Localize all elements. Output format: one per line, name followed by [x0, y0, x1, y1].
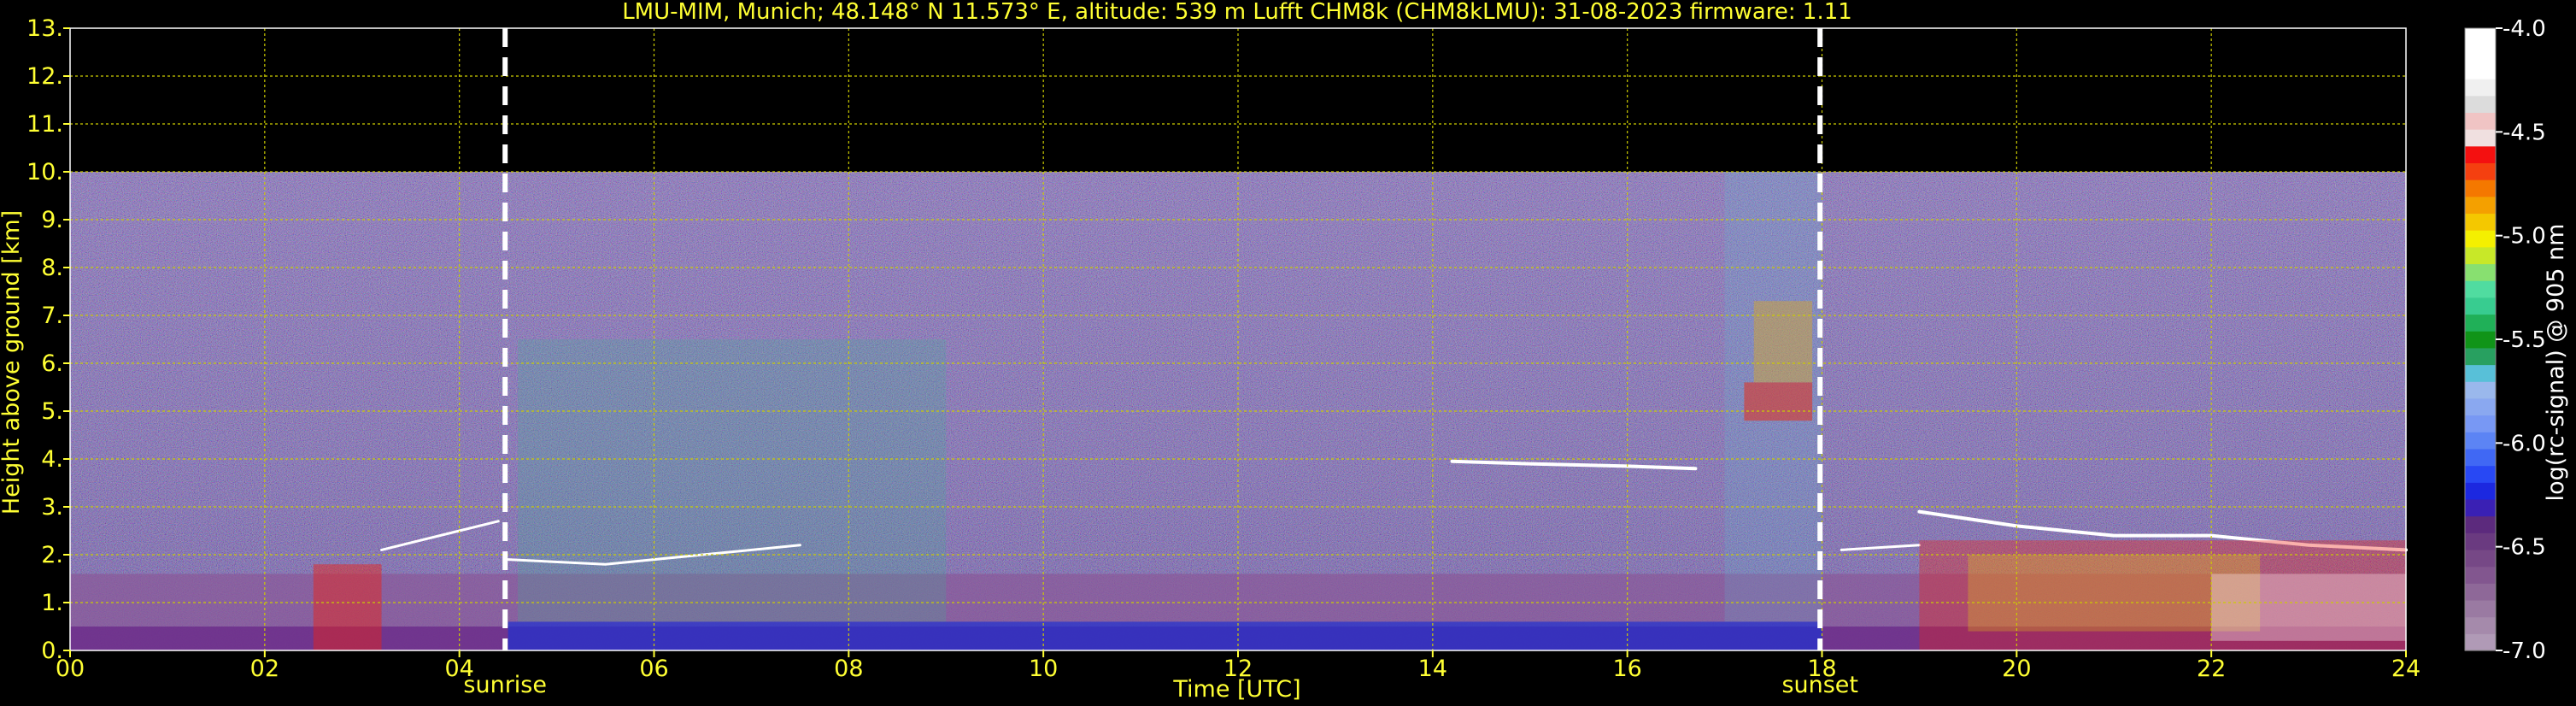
colorbar-segment [2465, 28, 2496, 46]
colorbar-segment [2465, 162, 2496, 180]
y-axis-ticks: 0. 1. 2. 3. 4. 5. 6. 7. 8. 9. 10. 11. 12. 13. [26, 15, 70, 664]
y-axis-label: Height above ground [km] [0, 210, 25, 515]
x-tick-label: 24 [2391, 656, 2421, 682]
x-tick-label: 16 [1612, 656, 1641, 682]
y-tick-label: 1. [41, 590, 63, 616]
colorbar-segment [2465, 397, 2496, 416]
colorbar-segment [2465, 566, 2496, 584]
morning-aerosol [518, 339, 947, 622]
x-tick-label: 08 [834, 656, 863, 682]
y-tick-label: 8. [41, 255, 63, 281]
colorbar-segment [2465, 532, 2496, 550]
colorbar-tick-label: -7.0 [2503, 638, 2546, 664]
early-cloud [313, 564, 382, 650]
colorbar-segment [2465, 314, 2496, 332]
y-tick-label: 3. [41, 494, 63, 521]
sunrise-label: sunrise [463, 672, 547, 698]
y-tick-label: 9. [41, 207, 63, 233]
colorbar-segment [2465, 246, 2496, 265]
colorbar-segment [2465, 297, 2496, 315]
x-axis-label: Time [UTC] [1172, 676, 1300, 703]
y-tick-label: 12. [26, 63, 63, 90]
colorbar-segment [2465, 549, 2496, 568]
colorbar-segment [2465, 280, 2496, 298]
x-tick-label: 06 [639, 656, 668, 682]
colorbar-segment [2465, 448, 2496, 467]
colorbar-segment [2465, 599, 2496, 618]
x-tick-label: 02 [250, 656, 279, 682]
colorbar-segment [2465, 263, 2496, 281]
colorbar-ticks: -7.0 -6.5 -6.0 -5.5 -5.0 -4.5 -4.0 [2496, 16, 2546, 664]
colorbar-segment [2465, 44, 2496, 62]
colorbar-segment [2465, 616, 2496, 634]
colorbar-segment [2465, 633, 2496, 651]
y-tick-label: 7. [41, 303, 63, 329]
colorbar-tick-label: -4.0 [2503, 16, 2546, 42]
colorbar-segment [2465, 415, 2496, 432]
colorbar-segment [2465, 79, 2496, 97]
x-tick-label: 18 [1807, 656, 1836, 682]
colorbar-tick-label: -6.5 [2503, 535, 2546, 561]
colorbar-segment [2465, 95, 2496, 113]
y-tick-label: 13. [26, 15, 63, 42]
colorbar-segment [2465, 331, 2496, 349]
colorbar-segment [2465, 230, 2496, 248]
night-cloud-white [2211, 574, 2406, 641]
x-tick-label: 10 [1029, 656, 1058, 682]
x-tick-label: 14 [1418, 656, 1447, 682]
y-tick-label: 11. [26, 111, 63, 138]
x-tick-label: 04 [444, 656, 473, 682]
colorbar-segment [2465, 112, 2496, 130]
y-tick-label: 2. [41, 542, 63, 568]
colorbar-segment [2465, 465, 2496, 483]
x-tick-label: 22 [2197, 656, 2226, 682]
colorbar-tick-label: -5.5 [2503, 327, 2546, 353]
colorbar-segment [2465, 145, 2496, 164]
colorbar-tick-label: -4.5 [2503, 120, 2546, 145]
colorbar-segment [2465, 129, 2496, 147]
x-tick-label: 20 [2002, 656, 2031, 682]
colorbar-segment [2465, 583, 2496, 601]
colorbar [2464, 27, 2497, 651]
colorbar-segment [2465, 381, 2496, 399]
colorbar-segment [2465, 364, 2496, 382]
y-tick-label: 5. [41, 398, 63, 425]
y-tick-label: 6. [41, 350, 63, 377]
ceilometer-chart: LMU-MIM, Munich; 48.148° N 11.573° E, al… [0, 0, 2569, 703]
y-tick-label: 0. [41, 638, 63, 664]
colorbar-segment [2465, 347, 2496, 366]
colorbar-tick-label: -5.0 [2503, 224, 2546, 250]
colorbar-segment [2465, 432, 2496, 450]
colorbar-tick-label: -6.0 [2503, 431, 2546, 456]
chart-title: LMU-MIM, Munich; 48.148° N 11.573° E, al… [622, 0, 1852, 25]
colorbar-segment [2465, 515, 2496, 533]
colorbar-label: log(rc-signal) @ 905 nm [2543, 224, 2569, 502]
plot-area [69, 27, 2408, 651]
colorbar-segment [2465, 482, 2496, 500]
colorbar-segment [2465, 213, 2496, 231]
colorbar-segment [2465, 179, 2496, 197]
y-tick-label: 10. [26, 159, 63, 185]
day-mixing-layer [508, 621, 1822, 650]
colorbar-segment [2465, 196, 2496, 215]
colorbar-segment [2465, 498, 2496, 517]
y-tick-label: 4. [41, 446, 63, 473]
colorbar-segment [2465, 62, 2496, 79]
